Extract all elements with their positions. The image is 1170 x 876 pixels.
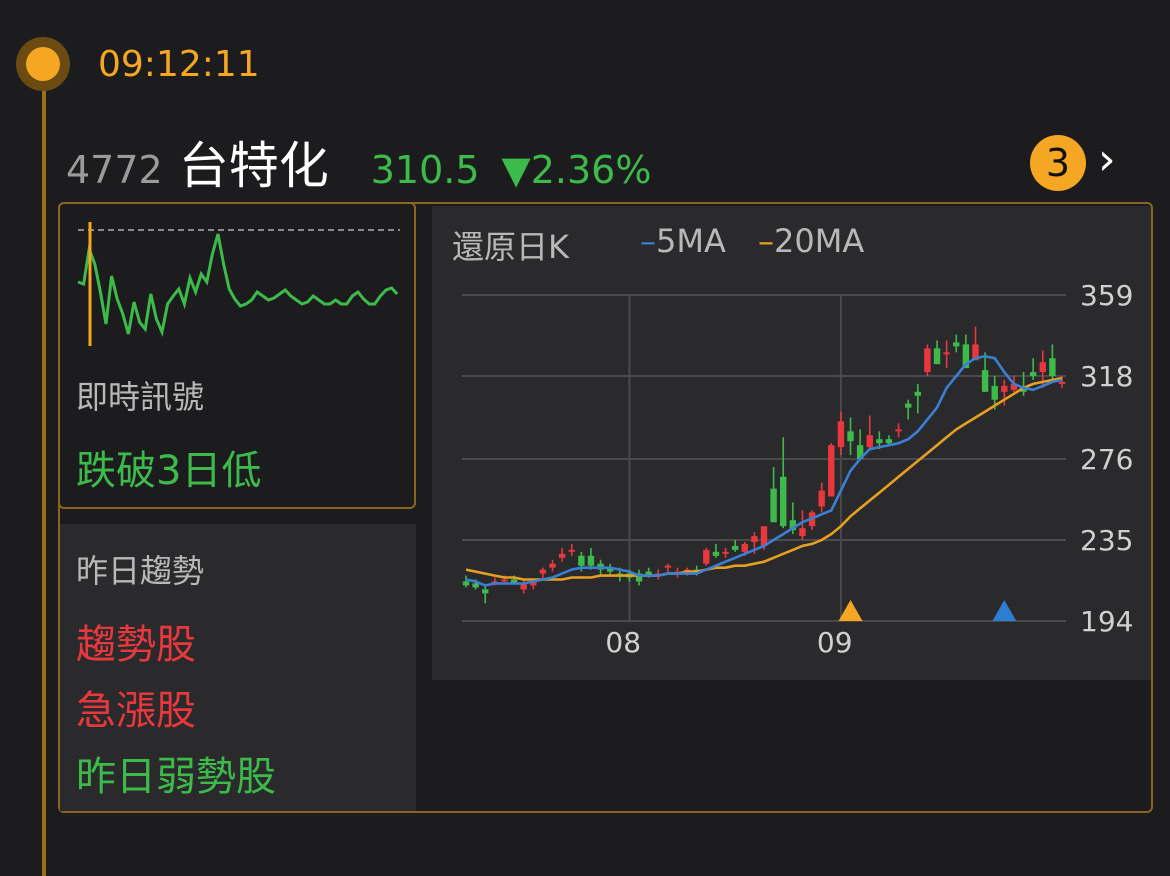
legend-20ma-swatch: – [758,222,774,260]
legend-5ma-label: 5MA [656,222,726,260]
legend-5ma-swatch: – [640,222,656,260]
intraday-sparkline [77,222,400,346]
legend-20ma-label: 20MA [774,222,865,260]
timeline-line [42,64,46,876]
signal-value: 跌破3日低 [76,448,262,494]
legend-5ma: –5MA [640,222,726,260]
chart-title: 還原日K [452,228,569,266]
alert-time: 09:12:11 [98,44,260,85]
trend-item: 趨勢股 [76,622,196,668]
stock-name: 台特化 [178,137,329,195]
stock-header[interactable]: 4772 台特化 310.5 ▼2.36% [66,126,651,196]
sparkline-path [77,233,399,338]
notification-count-badge[interactable]: 3 [1030,135,1086,191]
trend-item: 昨日弱勢股 [76,754,276,800]
legend-20ma: –20MA [758,222,864,260]
chevron-right-icon[interactable]: › [1098,134,1116,185]
timeline-dot-icon [16,37,70,91]
trend-title: 昨日趨勢 [76,552,205,590]
signal-label: 即時訊號 [76,378,205,416]
stock-code: 4772 [66,148,163,192]
stock-price: 310.5 [370,148,480,192]
chart-panel[interactable] [432,206,1151,680]
stock-change: ▼2.36% [501,148,652,192]
trend-item: 急漲股 [76,688,196,734]
